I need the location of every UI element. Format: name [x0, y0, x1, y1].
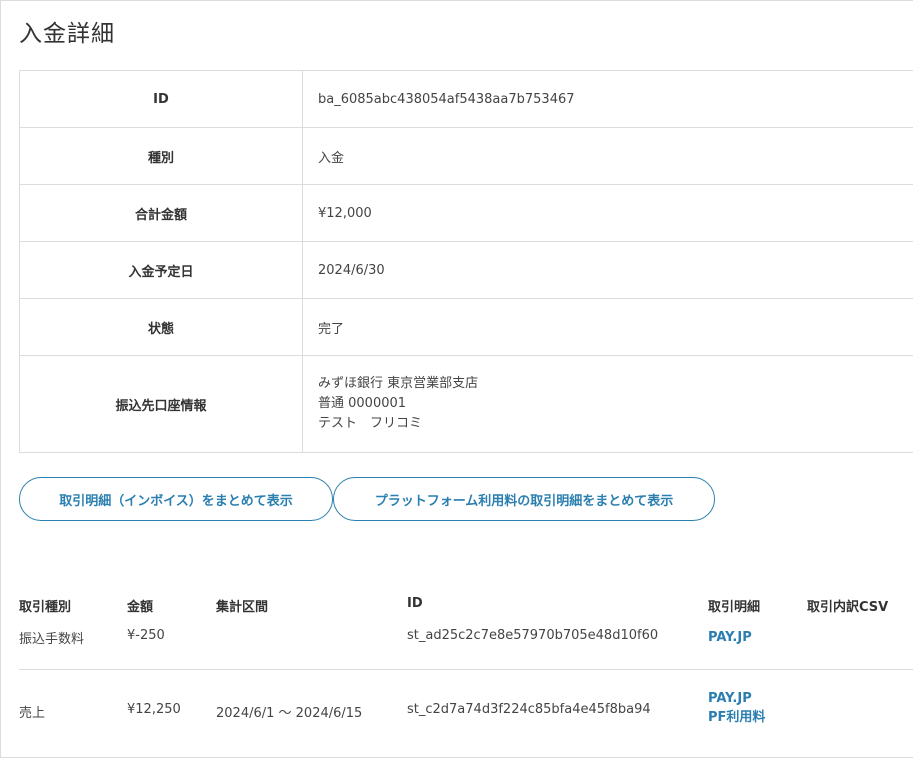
- header-period: 集計区間: [216, 600, 269, 615]
- payjp-detail-link[interactable]: PAY.JP: [708, 689, 765, 708]
- row-amount: ¥-250: [127, 628, 165, 643]
- row-id: st_c2d7a74d3f224c85bfa4e45f8ba94: [407, 702, 651, 717]
- row-detail: PAY.JP: [708, 628, 752, 647]
- show-invoices-button[interactable]: 取引明細（インボイス）をまとめて表示: [19, 477, 333, 521]
- detail-row-total: 合計金額 ¥12,000: [19, 184, 913, 242]
- detail-value-type: 入金: [302, 127, 913, 185]
- row-id: st_ad25c2c7e8e57970b705e48d10f60: [407, 628, 659, 643]
- header-csv: 取引内訳CSV: [807, 600, 889, 615]
- detail-value-total: ¥12,000: [302, 184, 913, 242]
- account-bank: みずほ銀行 東京営業部支店: [318, 376, 479, 391]
- header-detail: 取引明細: [708, 600, 761, 615]
- detail-label-type: 種別: [19, 127, 303, 185]
- detail-row-account: 振込先口座情報 みずほ銀行 東京営業部支店 普通 0000001 テスト フリコ…: [19, 355, 913, 453]
- detail-label-status: 状態: [19, 298, 303, 356]
- detail-value-status: 完了: [302, 298, 913, 356]
- transactions-header: 取引種別 金額 集計区間 ID 取引明細 取引内訳CSV: [19, 585, 913, 623]
- header-amount: 金額: [127, 600, 154, 615]
- deposit-detail-table: ID ba_6085abc438054af5438aa7b753467 種別 入…: [19, 70, 913, 453]
- detail-row-date: 入金予定日 2024/6/30: [19, 241, 913, 299]
- table-row: 売上 ¥12,250 2024/6/1 〜 2024/6/15 st_c2d7a…: [19, 669, 913, 747]
- detail-label-account: 振込先口座情報: [19, 355, 303, 453]
- detail-label-date: 入金予定日: [19, 241, 303, 299]
- detail-row-type: 種別 入金: [19, 127, 913, 185]
- pf-fee-detail-link[interactable]: PF利用料: [708, 708, 765, 727]
- transactions-table: 取引種別 金額 集計区間 ID 取引明細 取引内訳CSV 振込手数料 ¥-250…: [19, 585, 913, 747]
- row-type: 振込手数料: [19, 632, 85, 647]
- detail-value-account: みずほ銀行 東京営業部支店 普通 0000001 テスト フリコミ: [302, 355, 913, 453]
- table-row: 振込手数料 ¥-250 st_ad25c2c7e8e57970b705e48d1…: [19, 623, 913, 669]
- page-title: 入金詳細: [19, 21, 115, 47]
- detail-row-status: 状態 完了: [19, 298, 913, 356]
- account-number: 普通 0000001: [318, 396, 407, 411]
- row-detail: PAY.JP PF利用料: [708, 689, 765, 727]
- row-type: 売上: [19, 706, 46, 721]
- payjp-detail-link[interactable]: PAY.JP: [708, 628, 752, 647]
- row-amount: ¥12,250: [127, 702, 181, 717]
- detail-label-id: ID: [19, 70, 303, 128]
- header-type: 取引種別: [19, 600, 72, 615]
- detail-value-date: 2024/6/30: [302, 241, 913, 299]
- detail-label-total: 合計金額: [19, 184, 303, 242]
- row-period: 2024/6/1 〜 2024/6/15: [216, 706, 363, 721]
- header-id: ID: [407, 596, 423, 611]
- account-holder: テスト フリコミ: [318, 416, 423, 431]
- detail-row-id: ID ba_6085abc438054af5438aa7b753467: [19, 70, 913, 128]
- show-platform-fee-invoices-button[interactable]: プラットフォーム利用料の取引明細をまとめて表示: [333, 477, 715, 521]
- detail-value-id: ba_6085abc438054af5438aa7b753467: [302, 70, 913, 128]
